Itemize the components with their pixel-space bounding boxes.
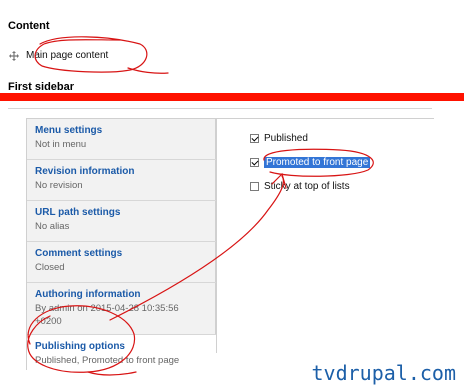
vtab-summary-line-2: +0200 — [35, 316, 62, 327]
vtab-title[interactable]: Revision information — [35, 165, 217, 178]
promoted-label: Promoted to front page — [264, 157, 371, 168]
pane-top-border — [216, 118, 434, 119]
region-title-content: Content — [8, 20, 50, 32]
vtab-publishing-options[interactable]: Publishing options Published, Promoted t… — [27, 335, 217, 370]
region-title-first-sidebar: First sidebar — [8, 81, 75, 93]
watermark: tvdrupal.com — [311, 361, 457, 385]
vtab-authoring-information[interactable]: Authoring information By admin on 2015-0… — [27, 283, 217, 335]
red-highlight-bar — [0, 93, 464, 101]
published-checkbox[interactable] — [250, 134, 259, 143]
vtab-title[interactable]: Authoring information — [35, 288, 217, 301]
vtab-summary-line-1: By admin on 2015-04-28 10:35:56 — [35, 303, 179, 314]
promoted-option[interactable]: Promoted to front page — [250, 157, 371, 168]
vtab-title[interactable]: Menu settings — [35, 124, 217, 137]
vtab-summary: Closed — [35, 262, 65, 273]
vtab-title[interactable]: Publishing options — [35, 340, 217, 353]
drag-handle-icon[interactable] — [9, 50, 19, 61]
sticky-checkbox[interactable] — [250, 182, 259, 191]
vtab-url-path-settings[interactable]: URL path settings No alias — [27, 201, 217, 242]
divider — [8, 108, 432, 109]
vtab-revision-information[interactable]: Revision information No revision — [27, 160, 217, 201]
vtab-summary: No alias — [35, 221, 70, 232]
vtab-summary: Published, Promoted to front page — [35, 355, 180, 366]
block-row-main-page-content[interactable]: Main page content — [9, 50, 108, 61]
vtab-comment-settings[interactable]: Comment settings Closed — [27, 242, 217, 283]
sticky-option[interactable]: Sticky at top of lists — [250, 181, 350, 192]
block-label: Main page content — [26, 50, 109, 61]
published-option[interactable]: Published — [250, 133, 308, 144]
vtab-summary: No revision — [35, 180, 83, 191]
promoted-checkbox[interactable] — [250, 158, 259, 167]
published-label: Published — [264, 133, 308, 144]
vtab-title[interactable]: URL path settings — [35, 206, 217, 219]
vtab-title[interactable]: Comment settings — [35, 247, 217, 260]
sticky-label: Sticky at top of lists — [264, 181, 350, 192]
vtab-summary: Not in menu — [35, 139, 87, 150]
vertical-tabs-list: Menu settings Not in menu Revision infor… — [26, 118, 217, 370]
pane-left-border — [216, 118, 217, 353]
vtab-menu-settings[interactable]: Menu settings Not in menu — [27, 119, 217, 160]
